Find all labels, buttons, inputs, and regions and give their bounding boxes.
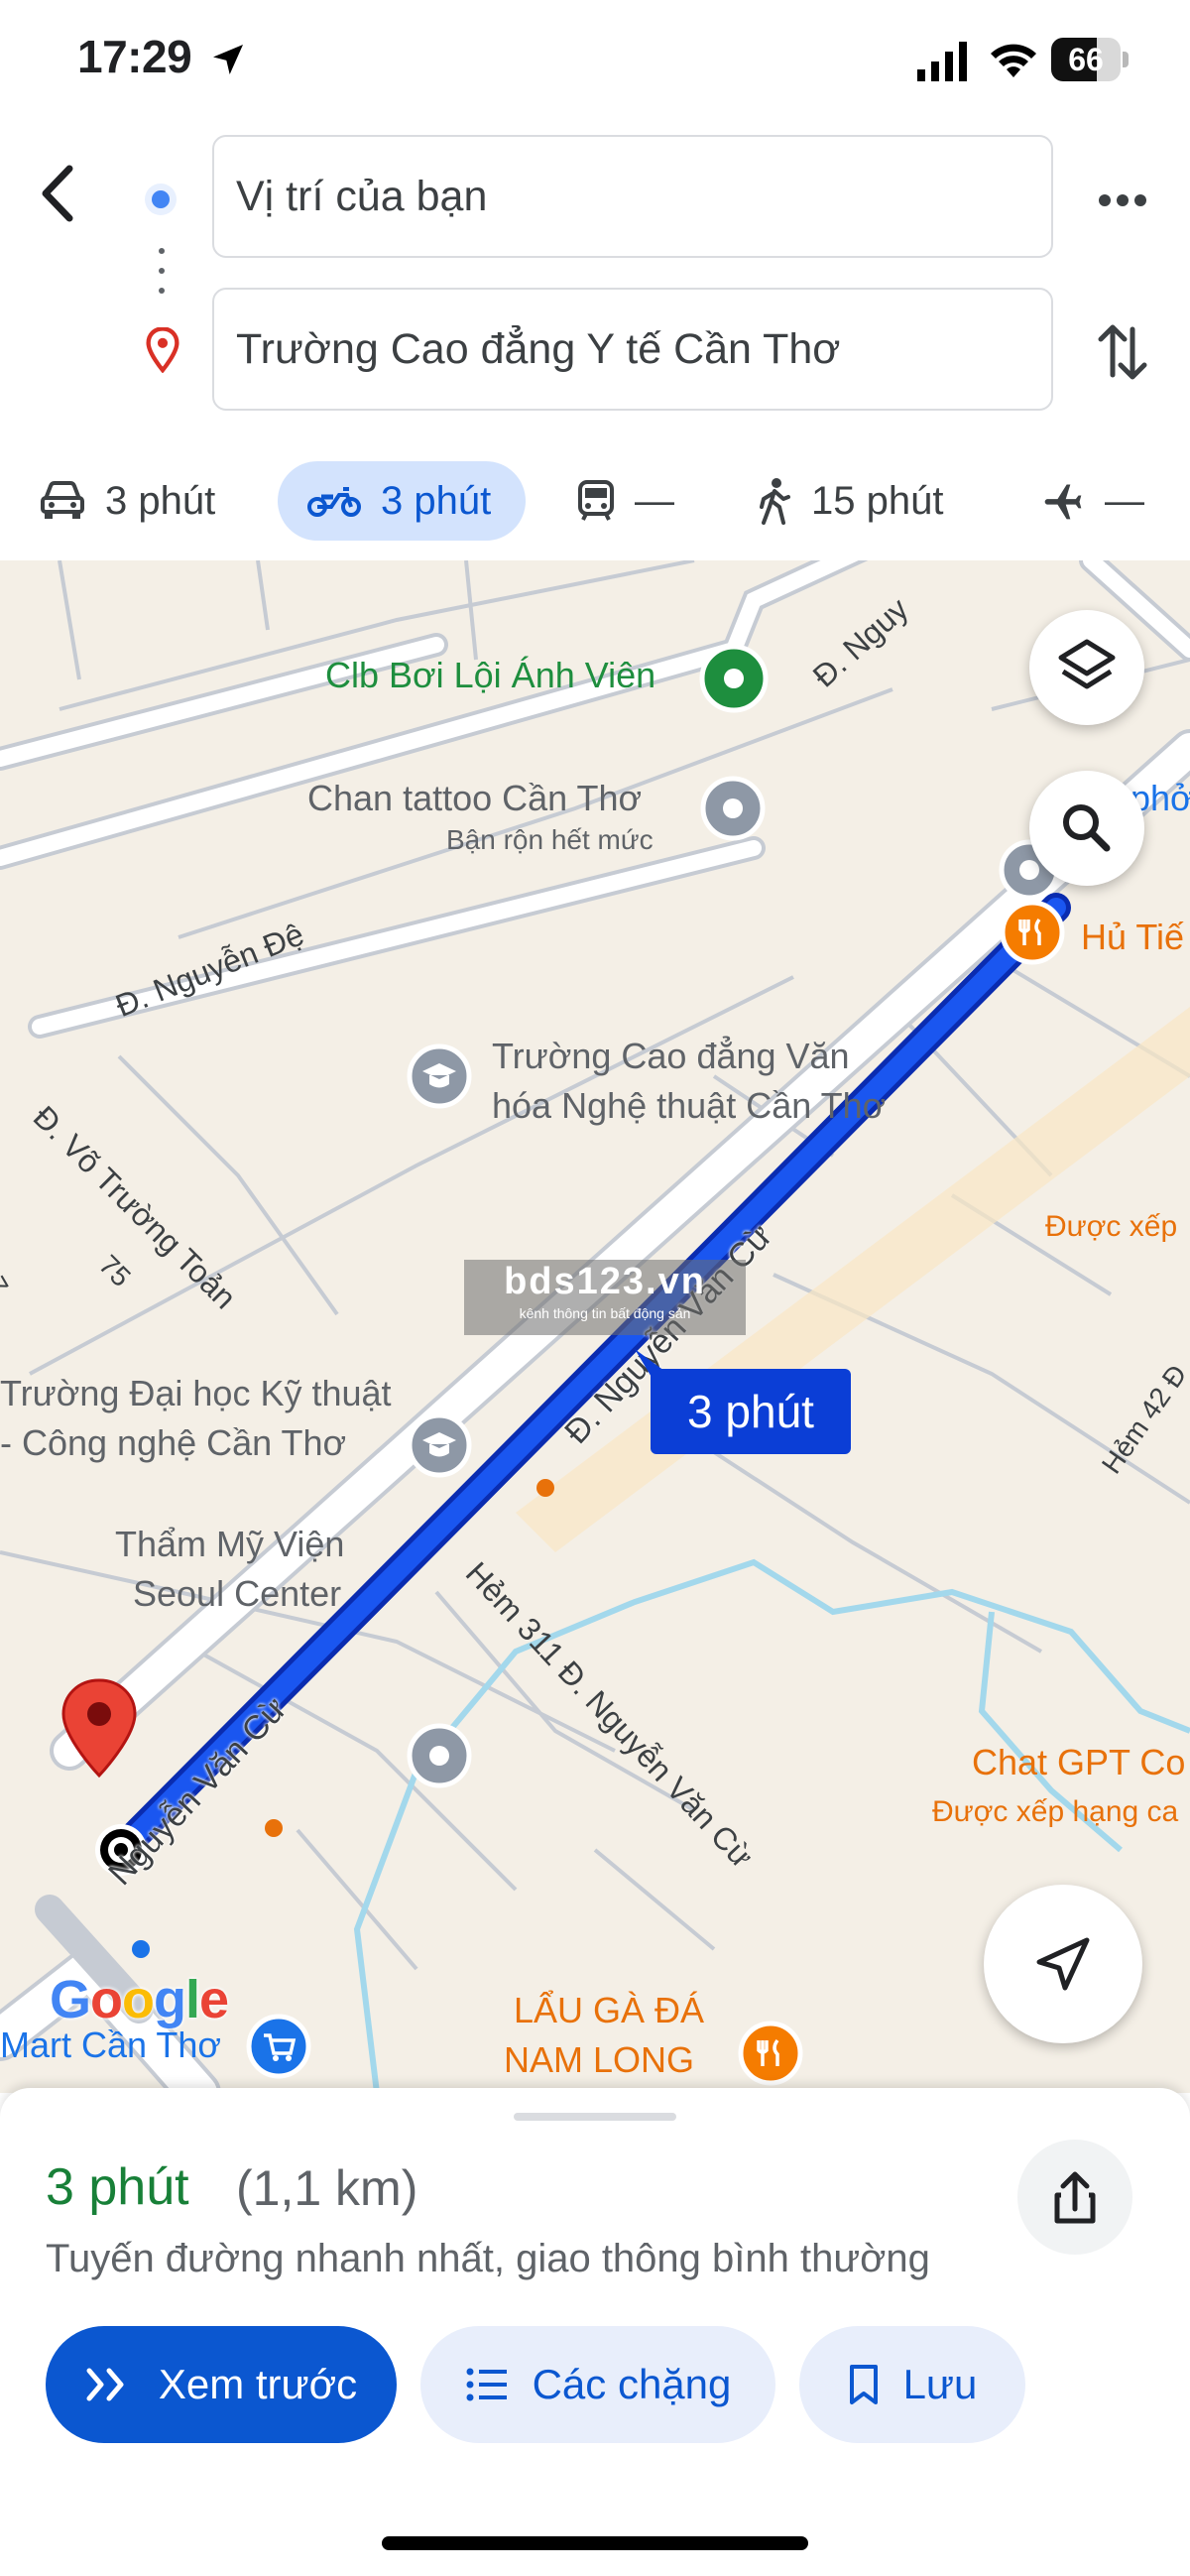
destination-pin-icon	[146, 327, 179, 373]
navigation-arrow-icon	[1036, 1937, 1090, 1991]
poi-label[interactable]: Seoul Center	[133, 1572, 341, 1616]
search-icon	[1063, 804, 1111, 852]
bookmark-icon	[849, 2365, 878, 2404]
poi-label: Được xếp	[1045, 1210, 1178, 1243]
list-icon	[466, 2368, 507, 2401]
poi-label[interactable]: Clb Bơi Lội Ánh Viên	[325, 654, 655, 697]
transit-icon	[578, 480, 614, 521]
swimming-poi-icon[interactable]	[698, 643, 770, 714]
poi-label[interactable]: Trường Đại học Kỹ thuật	[0, 1372, 392, 1415]
search-along-route-button[interactable]	[1029, 771, 1144, 886]
destination-field[interactable]	[212, 288, 1053, 411]
flight-icon	[1044, 484, 1082, 520]
tab-transit-label: —	[635, 478, 674, 523]
layers-button[interactable]	[1029, 610, 1144, 725]
tab-flight-label: —	[1105, 478, 1144, 523]
steps-button[interactable]: Các chặng	[420, 2326, 775, 2443]
poi-label[interactable]: NAM LONG	[504, 2038, 694, 2082]
tab-motorbike-label: 3 phút	[381, 478, 492, 523]
tab-motorbike[interactable]: 3 phút	[278, 461, 526, 541]
route-description: Tuyến đường nhanh nhất, giao thông bình …	[46, 2237, 930, 2280]
college-poi-icon[interactable]	[405, 1042, 474, 1111]
spa-poi-icon[interactable]	[405, 1721, 474, 1790]
shopping-poi-icon[interactable]	[244, 2012, 313, 2081]
origin-field[interactable]	[212, 135, 1053, 258]
poi-sublabel: Bận rộn hết mức	[446, 824, 654, 855]
drag-handle[interactable]	[514, 2113, 676, 2121]
route-time-badge[interactable]: 3 phút	[651, 1369, 851, 1454]
poi-label[interactable]: hóa Nghệ thuật Cần Thơ	[492, 1084, 886, 1128]
poi-sublabel: Được xếp hạng ca	[932, 1795, 1179, 1828]
preview-button[interactable]: Xem trước	[46, 2326, 397, 2443]
university-poi-icon[interactable]	[405, 1411, 474, 1480]
poi-label[interactable]: Thẩm Mỹ Viện	[115, 1523, 344, 1566]
walk-icon	[760, 478, 790, 525]
motorbike-icon	[307, 487, 361, 517]
tab-walk[interactable]: 15 phút	[758, 461, 943, 541]
route-dots-icon	[158, 248, 166, 300]
watermark-text: bds123.vn	[504, 1261, 706, 1302]
home-indicator[interactable]	[382, 2536, 808, 2550]
location-arrow-icon	[213, 45, 243, 74]
status-bar: 17:29 66	[0, 0, 1190, 119]
tab-flight[interactable]: —	[1041, 461, 1144, 541]
save-label: Lưu	[902, 2361, 978, 2407]
swap-direction-icon[interactable]	[1091, 317, 1154, 387]
route-distance: (1,1 km)	[236, 2160, 418, 2216]
share-button[interactable]	[1017, 2140, 1132, 2255]
badge-pointer	[635, 1349, 664, 1379]
back-arrow-icon[interactable]	[28, 149, 97, 238]
poi-label[interactable]: Trường Cao đẳng Văn	[492, 1035, 850, 1078]
steps-label: Các chặng	[532, 2361, 732, 2407]
route-summary-sheet: 3 phút (1,1 km) Tuyến đường nhanh nhất, …	[0, 2088, 1190, 2576]
share-icon	[1054, 2171, 1096, 2224]
watermark-subtext: kênh thông tin bất động sản	[519, 1305, 691, 1321]
google-logo: Google	[50, 1970, 229, 2029]
battery-icon: 66	[1051, 38, 1129, 81]
origin-dot-icon	[145, 184, 177, 215]
map-view[interactable]: Clb Bơi Lội Ánh Viên Chan tattoo Cần Thơ…	[0, 560, 1190, 2093]
poi-label[interactable]: LẨU GÀ ĐÁ	[514, 1989, 704, 2032]
tab-car-label: 3 phút	[105, 478, 216, 523]
tab-transit[interactable]: —	[577, 461, 674, 541]
poi-label[interactable]: Chan tattoo Cần Thơ	[307, 777, 642, 820]
signal-icon	[917, 42, 967, 81]
double-chevron-icon	[86, 2368, 124, 2401]
tattoo-poi-icon[interactable]	[698, 774, 768, 843]
travel-mode-tabs: 3 phút 3 phút — 15 phút —	[0, 451, 1190, 551]
watermark: bds123.vn kênh thông tin bất động sản	[464, 1260, 746, 1335]
car-icon	[41, 481, 84, 519]
hotpot-poi-icon[interactable]	[736, 2019, 805, 2088]
route-eta: 3 phút	[46, 2158, 189, 2216]
poi-label[interactable]: - Công nghệ Cần Thơ	[0, 1421, 346, 1465]
wifi-icon	[991, 44, 1036, 77]
more-options-icon[interactable]	[1091, 169, 1154, 232]
route-time-label: 3 phút	[687, 1386, 814, 1437]
origin-input[interactable]	[236, 137, 1029, 256]
poi-label[interactable]: Chat GPT Co	[972, 1741, 1185, 1784]
restaurant-poi-icon[interactable]	[998, 898, 1067, 967]
preview-label: Xem trước	[158, 2361, 358, 2407]
layers-icon	[1058, 639, 1116, 689]
status-time: 17:29	[77, 31, 192, 82]
battery-level: 66	[1068, 42, 1104, 77]
destination-map-pin-icon	[61, 1678, 137, 1779]
recenter-button[interactable]	[984, 1885, 1142, 2043]
poi-label[interactable]: Hủ Tiế	[1081, 916, 1184, 959]
save-button[interactable]: Lưu	[799, 2326, 1025, 2443]
destination-input[interactable]	[236, 290, 1029, 409]
tab-car[interactable]: 3 phút	[40, 461, 215, 541]
tab-walk-label: 15 phút	[811, 478, 944, 523]
